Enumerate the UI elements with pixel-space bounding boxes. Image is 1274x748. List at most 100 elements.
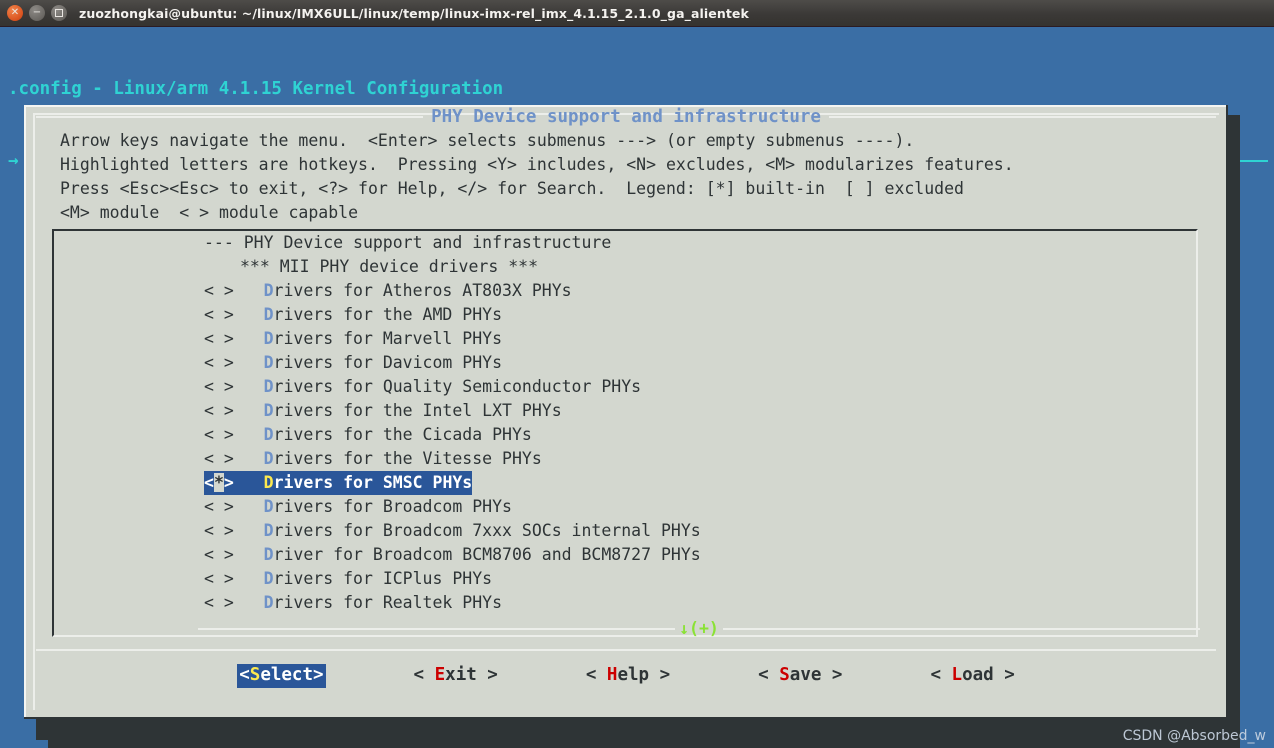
menu-item[interactable]: < > Drivers for the Cicada PHYs	[54, 423, 1196, 447]
menu-item-tag: < >	[204, 425, 264, 444]
menu-item-label: rivers for Realtek PHYs	[273, 593, 503, 612]
button-hotkey: L	[951, 665, 963, 685]
menu-group-header: *** MII PHY device drivers ***	[240, 257, 539, 276]
menu-item-hotkey: D	[263, 449, 274, 468]
menu-item-hotkey: D	[263, 353, 274, 372]
menu-item-hotkey: D	[263, 329, 274, 348]
button-label: ave >	[789, 665, 843, 685]
menu-item[interactable]: < > Drivers for Marvell PHYs	[54, 327, 1196, 351]
menu-item[interactable]: < > Drivers for Broadcom 7xxx SOCs inter…	[54, 519, 1196, 543]
scroll-indicator: ↓(+)	[54, 619, 1200, 638]
dialog-bevel-bottom	[24, 717, 1228, 719]
config-title: .config - Linux/arm 4.1.15 Kernel Config…	[8, 79, 504, 99]
menu-item-cursor: *	[213, 473, 224, 492]
button-s-elect[interactable]: <Select>	[237, 664, 326, 688]
menu-item-gap	[234, 473, 264, 492]
menu-item-tag: < >	[204, 329, 264, 348]
menu-item-tag-close: >	[223, 473, 234, 492]
button-e-xit[interactable]: < Exit >	[414, 664, 498, 688]
button-prefix: <	[239, 665, 250, 685]
menu-item-hotkey: D	[263, 281, 274, 300]
menu-item-hotkey: D	[263, 473, 274, 492]
menu-item[interactable]: < > Driver for Broadcom BCM8706 and BCM8…	[54, 543, 1196, 567]
terminal-content: .config - Linux/arm 4.1.15 Kernel Config…	[0, 27, 1274, 748]
button-prefix: <	[930, 665, 952, 685]
help-line: Highlighted letters are hotkeys. Pressin…	[60, 155, 1014, 174]
scroll-rule-left	[198, 628, 676, 630]
menu-item-hotkey: D	[263, 521, 274, 540]
menu-section-header: --- PHY Device support and infrastructur…	[204, 233, 612, 252]
menu-item-label: rivers for Davicom PHYs	[273, 353, 503, 372]
scroll-rule-right	[722, 628, 1200, 630]
button-s-ave[interactable]: < Save >	[758, 664, 842, 688]
close-icon: ✕	[10, 7, 20, 18]
dialog-buttons: <Select> < Exit > < Help > < Save > < Load >	[36, 661, 1216, 691]
menu-item-tag: < >	[204, 449, 264, 468]
window-titlebar: ✕ − zuozhongkai@ubuntu: ~/linux/IMX6ULL/…	[0, 0, 1274, 27]
menu-rows: --- PHY Device support and infrastructur…	[54, 231, 1196, 615]
button-hotkey: E	[434, 665, 446, 685]
minimize-window-button[interactable]: −	[29, 5, 45, 21]
watermark: CSDN @Absorbed_w	[1122, 728, 1266, 744]
menu-item-hotkey: D	[263, 305, 274, 324]
menu-item[interactable]: < > Drivers for Quality Semiconductor PH…	[54, 375, 1196, 399]
window-title: zuozhongkai@ubuntu: ~/linux/IMX6ULL/linu…	[79, 5, 749, 21]
menu-item-tag: < >	[204, 401, 264, 420]
menu-item-hotkey: D	[263, 593, 274, 612]
scroll-down-more-icon: ↓(+)	[679, 619, 719, 638]
menu-item-tag: < >	[204, 281, 264, 300]
button-l-oad[interactable]: < Load >	[930, 664, 1014, 688]
help-line: Press <Esc><Esc> to exit, <?> for Help, …	[60, 179, 964, 198]
button-hotkey: S	[779, 665, 790, 685]
menu-item-label: rivers for Quality Semiconductor PHYs	[273, 377, 642, 396]
help-line: <M> module < > module capable	[60, 203, 359, 222]
menu-item[interactable]: < > Drivers for the Vitesse PHYs	[54, 447, 1196, 471]
menu-item-tag: < >	[204, 497, 264, 516]
menu-item-tag: < >	[204, 521, 264, 540]
button-hotkey: S	[249, 665, 261, 685]
menu-item-tag: < >	[204, 593, 264, 612]
menu-item-label: rivers for the Cicada PHYs	[273, 425, 532, 444]
menu-item[interactable]: < > Drivers for the Intel LXT PHYs	[54, 399, 1196, 423]
menu-item-label: rivers for SMSC PHYs	[273, 473, 473, 492]
menu-item-label: rivers for Marvell PHYs	[273, 329, 503, 348]
menu-item[interactable]: < > Drivers for Atheros AT803X PHYs	[54, 279, 1196, 303]
menu-item-hotkey: D	[263, 497, 274, 516]
menu-item-label: rivers for the AMD PHYs	[273, 305, 503, 324]
menu-item[interactable]: < > Drivers for Realtek PHYs	[54, 591, 1196, 615]
menu-item-tag: < >	[204, 353, 264, 372]
menu-item-tag-open: <	[204, 473, 214, 492]
close-window-button[interactable]: ✕	[7, 5, 23, 21]
menu-item-hotkey: D	[263, 401, 274, 420]
menu-item[interactable]: <*> Drivers for SMSC PHYs	[54, 471, 1196, 495]
menu-item[interactable]: < > Drivers for ICPlus PHYs	[54, 567, 1196, 591]
menu-item-tag: < >	[204, 545, 264, 564]
menu-item-hotkey: D	[263, 425, 274, 444]
menu-list[interactable]: --- PHY Device support and infrastructur…	[52, 229, 1200, 638]
menu-item-selected[interactable]: <*> Drivers for SMSC PHYs	[204, 471, 473, 495]
dialog-bevel-top	[24, 105, 1228, 107]
maximize-icon	[55, 9, 63, 17]
button-h-elp[interactable]: < Help >	[586, 664, 670, 688]
dialog-help-text: Arrow keys navigate the menu. <Enter> se…	[60, 129, 1014, 225]
menu-item-tag: < >	[204, 569, 264, 588]
button-label: oad >	[962, 665, 1015, 685]
menu-item-label: rivers for Broadcom PHYs	[273, 497, 512, 516]
dialog-bevel-left	[24, 105, 26, 719]
menu-item[interactable]: < > Drivers for Davicom PHYs	[54, 351, 1196, 375]
menu-item[interactable]: < > Drivers for Broadcom PHYs	[54, 495, 1196, 519]
menu-item-label: rivers for Atheros AT803X PHYs	[273, 281, 572, 300]
menu-item-hotkey: D	[263, 545, 274, 564]
menu-item-label: rivers for Broadcom 7xxx SOCs internal P…	[273, 521, 701, 540]
button-label: xit >	[445, 665, 498, 685]
button-label: elect>	[260, 665, 324, 685]
button-prefix: <	[758, 665, 780, 685]
terminal-dark-region	[48, 721, 1240, 748]
menu-item-tag: < >	[204, 377, 264, 396]
menu-item-tag: < >	[204, 305, 264, 324]
menu-item-hotkey: D	[263, 569, 274, 588]
help-line: Arrow keys navigate the menu. <Enter> se…	[60, 131, 915, 150]
menu-item-label: rivers for ICPlus PHYs	[273, 569, 493, 588]
maximize-window-button[interactable]	[51, 5, 67, 21]
menu-item[interactable]: < > Drivers for the AMD PHYs	[54, 303, 1196, 327]
